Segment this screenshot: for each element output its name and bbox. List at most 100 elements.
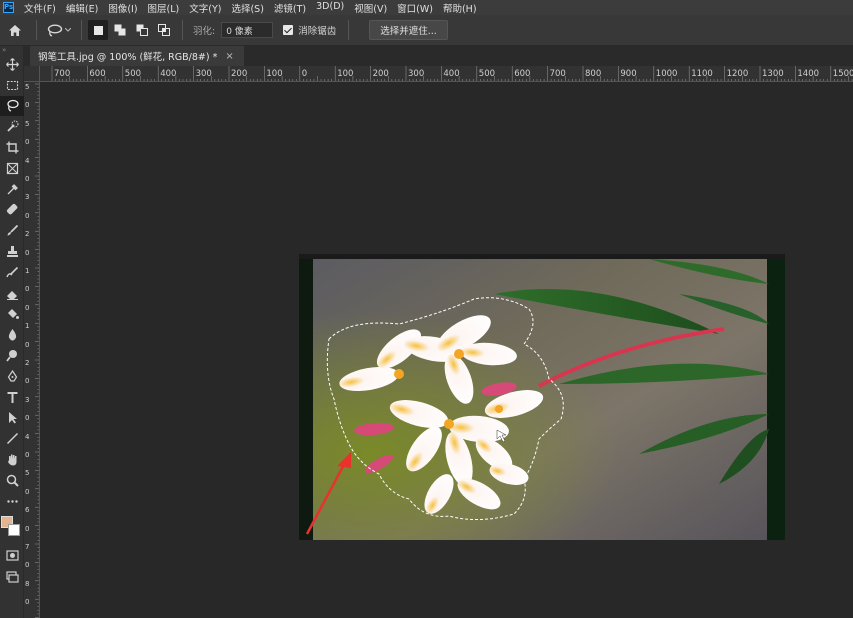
more-tools-icon [6, 499, 18, 503]
path-select-tool-button[interactable] [0, 408, 24, 429]
ruler-label: 0 [25, 211, 30, 220]
antialias-checkbox[interactable] [283, 25, 294, 35]
canvas-workspace[interactable] [40, 82, 853, 618]
history-brush-tool-icon [5, 266, 18, 278]
type-tool-button[interactable] [0, 387, 24, 408]
clone-stamp-tool-button[interactable] [0, 241, 24, 262]
brush-tool-button[interactable] [0, 220, 24, 241]
marquee-tool-button[interactable] [0, 75, 24, 96]
ruler-label: 700 [549, 69, 566, 79]
menu-item[interactable]: 文件(F) [19, 1, 61, 15]
feather-input[interactable] [221, 22, 274, 38]
tool-list [0, 54, 24, 512]
ruler-label: 1200 [726, 69, 749, 79]
ruler-label: 400 [160, 69, 177, 79]
menu-item[interactable]: 滤镜(T) [269, 1, 311, 15]
ruler-label: 5 [25, 469, 30, 478]
ruler-label: 0 [25, 340, 30, 349]
healing-brush-tool-button[interactable] [0, 200, 24, 221]
menu-item[interactable]: 图像(I) [103, 1, 142, 15]
history-brush-tool-button[interactable] [0, 262, 24, 283]
menu-item[interactable]: 图层(L) [143, 1, 185, 15]
ruler-label: 800 [585, 69, 602, 79]
add-to-selection-button[interactable] [110, 20, 130, 40]
blur-tool-button[interactable] [0, 324, 24, 345]
ruler-label: 1500 [832, 69, 853, 79]
ruler-label: 5 [25, 83, 30, 91]
menu-item[interactable]: 窗口(W) [392, 1, 438, 15]
screen-mode-icon [5, 571, 19, 583]
ruler-label: 0 [25, 377, 30, 386]
quick-mask-icon [5, 550, 19, 562]
intersect-selection-icon [158, 24, 170, 36]
background-color-swatch[interactable] [8, 523, 20, 536]
frame-tool-button[interactable] [0, 158, 24, 179]
move-tool-icon [5, 57, 19, 71]
line-tool-icon [6, 433, 18, 445]
ruler-label: 7 [25, 543, 30, 551]
document-canvas[interactable] [299, 254, 785, 540]
panel-collapse-icon[interactable]: » [0, 46, 23, 54]
pen-tool-button[interactable] [0, 366, 24, 387]
quick-mask-button[interactable] [0, 546, 24, 567]
flower-photo [299, 254, 785, 540]
ruler-label: 8 [25, 579, 30, 588]
ruler-label: 0 [25, 138, 30, 147]
dodge-tool-button[interactable] [0, 345, 24, 366]
lasso-tool-button[interactable] [0, 95, 24, 117]
ruler-label: 300 [408, 69, 425, 79]
ruler-label: 3 [25, 395, 30, 404]
menu-item[interactable]: 帮助(H) [438, 1, 482, 15]
ruler-label: 0 [25, 175, 30, 183]
menu-item[interactable]: 选择(S) [226, 1, 268, 15]
menu-bar: Ps 文件(F) 编辑(E) 图像(I) 图层(L) 文字(Y) 选择(S) 滤镜(T) 3D… [0, 0, 853, 15]
new-selection-button[interactable] [88, 20, 108, 40]
crop-tool-button[interactable] [0, 137, 24, 158]
menu-item[interactable]: 文字(Y) [184, 1, 226, 15]
lasso-icon [47, 24, 63, 37]
eyedropper-tool-button[interactable] [0, 179, 24, 200]
add-selection-icon [114, 24, 126, 36]
home-icon [9, 24, 21, 36]
ruler-label: 700 [54, 69, 71, 79]
close-tab-icon[interactable]: × [225, 51, 233, 62]
ruler-origin[interactable] [24, 66, 40, 82]
subtract-from-selection-button[interactable] [132, 20, 152, 40]
subtract-selection-icon [136, 24, 148, 36]
document-tab[interactable]: 钢笔工具.jpg @ 100% (鲜花, RGB/8#) * × [30, 46, 244, 66]
ruler-label: 200 [231, 69, 248, 79]
ruler-label: 0 [25, 414, 30, 423]
vertical-ruler[interactable]: 5 0 5 0 4 0 3 0 2 0 1 0 0 1 0 2 0 3 0 4 0 5 0 6 0 7 0 8 0 [24, 82, 40, 618]
home-button[interactable] [0, 15, 30, 46]
antialias-label: 消除锯齿 [298, 26, 337, 37]
feather-label: 羽化: [193, 26, 216, 37]
line-tool-button[interactable] [0, 428, 24, 449]
menu-item[interactable]: 编辑(E) [61, 1, 103, 15]
menu-item[interactable]: 视图(V) [349, 1, 392, 15]
zoom-tool-button[interactable] [0, 470, 24, 491]
tools-panel: » [0, 46, 24, 618]
screen-mode-button[interactable] [0, 566, 24, 587]
menu-items: 文件(F) 编辑(E) 图像(I) 图层(L) 文字(Y) 选择(S) 滤镜(T) 3D(D)… [19, 1, 482, 15]
menu-item[interactable]: 3D(D) [311, 1, 349, 15]
ruler-label: 600 [514, 69, 531, 79]
tool-preset-picker[interactable] [43, 18, 75, 42]
ruler-label: 0 [25, 285, 30, 294]
quick-select-tool-button[interactable] [0, 116, 24, 137]
intersect-selection-button[interactable] [154, 20, 174, 40]
new-selection-icon [93, 25, 103, 35]
ruler-label: 2 [25, 359, 30, 367]
dodge-tool-icon [5, 350, 17, 362]
select-and-mask-button[interactable]: 选择并遮住... [369, 20, 448, 40]
paint-bucket-tool-icon [7, 309, 19, 320]
move-tool-button[interactable] [0, 54, 24, 75]
hand-tool-button[interactable] [0, 449, 24, 470]
ruler-label: 1100 [691, 69, 713, 79]
ruler-label: 2 [25, 230, 30, 239]
ruler-label: 5 [25, 119, 30, 128]
horizontal-ruler[interactable]: 700 600 500 400 300 200 100 0 100 200 300 400 500 600… [40, 66, 853, 82]
more-tools-button[interactable] [0, 491, 24, 512]
eraser-tool-button[interactable] [0, 283, 24, 304]
ruler-label: 0 [25, 561, 30, 570]
paint-bucket-tool-button[interactable] [0, 304, 24, 325]
